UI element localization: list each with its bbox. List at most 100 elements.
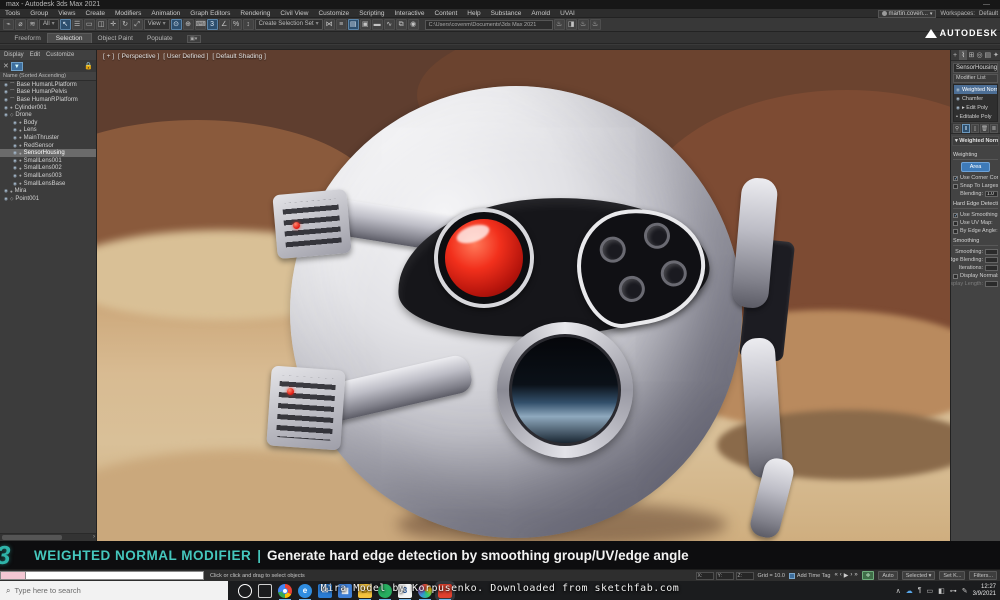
object-name-field[interactable]: SensorHousing <box>953 63 998 73</box>
explorer-item-drone[interactable]: ◉◇Drone <box>0 111 96 119</box>
select-and-link-icon[interactable]: ⌁ <box>3 19 14 30</box>
viewport-menu-shading[interactable]: [ Default Shading ] <box>212 53 265 60</box>
reference-coordinate-dropdown[interactable]: View▾ <box>144 19 170 30</box>
select-and-move-icon[interactable]: ✛ <box>108 19 119 30</box>
explorer-column-header[interactable]: Name (Sorted Ascending) <box>0 72 96 81</box>
explorer-item-base-humanlplatform[interactable]: ◉⌒Base HumanLPlatform <box>0 81 96 89</box>
ribbon-tab-freeform[interactable]: Freeform <box>6 34 48 43</box>
angle-snap-icon[interactable]: ∠ <box>219 19 230 30</box>
curve-editor-icon[interactable]: ∿ <box>384 19 395 30</box>
lock-icon[interactable]: 🔒 <box>84 62 93 70</box>
model-mira-drone[interactable] <box>97 50 950 541</box>
menu-interactive[interactable]: Interactive <box>389 10 429 17</box>
explorer-item-mira[interactable]: ◉●Mira <box>0 187 96 195</box>
visibility-eye-icon[interactable]: ◉ <box>13 127 17 133</box>
menu-customize[interactable]: Customize <box>313 10 354 17</box>
explorer-item-base-humanrplatform[interactable]: ◉⌒Base HumanRPlatform <box>0 96 96 104</box>
param-use-corner-convexity-checkbox[interactable]: ✓Use Corner Convexity <box>953 174 998 182</box>
modifier-eye-icon[interactable]: ◉ <box>956 105 960 111</box>
checkbox-icon[interactable] <box>953 229 958 234</box>
menu-animation[interactable]: Animation <box>146 10 185 17</box>
visibility-eye-icon[interactable]: ◉ <box>13 165 17 171</box>
material-editor-icon[interactable]: ◉ <box>408 19 419 30</box>
scroll-right-arrow[interactable]: › <box>93 534 95 540</box>
unlink-selection-icon[interactable]: ⌀ <box>15 19 26 30</box>
selection-filter-dropdown[interactable]: All▾ <box>39 19 59 30</box>
stack-weighted-norm[interactable]: ◉Weighted Norm <box>954 85 997 94</box>
coordinate-field-y[interactable]: Y: <box>716 572 734 580</box>
tab-create[interactable]: + <box>951 50 959 60</box>
speaker-icon[interactable]: ◧ <box>938 587 945 595</box>
spinner-value[interactable] <box>985 257 998 263</box>
set-key-button[interactable]: Set K... <box>939 571 965 580</box>
layer-explorer-icon[interactable]: ▣ <box>360 19 371 30</box>
select-and-manipulate-icon[interactable]: ⊕ <box>183 19 194 30</box>
render-production-icon[interactable]: ♨ <box>578 19 589 30</box>
menu-civil-view[interactable]: Civil View <box>275 10 313 17</box>
select-by-name-icon[interactable]: ☰ <box>72 19 83 30</box>
taskbar-clock[interactable]: 12:27 3/9/2021 <box>973 584 996 598</box>
visibility-eye-icon[interactable]: ◉ <box>13 158 17 164</box>
remove-modifier-icon[interactable]: 🗑 <box>980 124 989 133</box>
onedrive-icon[interactable]: ☁ <box>906 587 913 595</box>
param-use-smoothing-groups-checkbox[interactable]: ✓Use Smoothing Groups <box>953 211 998 219</box>
param-snap-to-largest-face-checkbox[interactable]: Snap To Largest Face <box>953 182 998 190</box>
show-end-result-icon[interactable]: ‖ <box>962 124 970 133</box>
play-icon[interactable]: ▶ <box>844 572 849 579</box>
explorer-item-sensorhousing[interactable]: ◉●SensorHousing <box>0 149 96 157</box>
tab-motion[interactable]: ◎ <box>976 50 984 60</box>
explorer-item-lens[interactable]: ◉●Lens <box>0 127 96 135</box>
workspace-selector[interactable]: Default <box>979 11 998 17</box>
select-object-icon[interactable]: ↖ <box>60 19 71 30</box>
visibility-eye-icon[interactable]: ◉ <box>4 97 8 103</box>
keyboard-override-icon[interactable]: ⌨ <box>195 19 206 30</box>
explorer-item-smalllens003[interactable]: ◉●SmallLens003 <box>0 172 96 180</box>
viewport-menu-pov[interactable]: [ Perspective ] <box>118 53 159 60</box>
rendered-frame-icon[interactable]: ◨ <box>566 19 577 30</box>
param-use-uv-map--checkbox[interactable]: Use UV Map: <box>953 219 998 227</box>
selection-set-dropdown[interactable]: Create Selection Set▾ <box>255 19 323 30</box>
visibility-eye-icon[interactable]: ◉ <box>4 112 8 118</box>
explorer-item-base-humanpelvis[interactable]: ◉⌒Base HumanPelvis <box>0 89 96 97</box>
visibility-eye-icon[interactable]: ◉ <box>4 105 8 111</box>
pen-icon[interactable]: ✎ <box>962 587 968 595</box>
go-to-start-icon[interactable]: « <box>834 572 837 579</box>
pin-stack-icon[interactable]: ⚲ <box>953 124 961 133</box>
filter-icon[interactable]: ▼ <box>11 62 23 71</box>
align-icon[interactable]: ≡ <box>336 19 347 30</box>
mirror-icon[interactable]: ⋈ <box>324 19 335 30</box>
stack--editable-poly[interactable]: • Editable Poly <box>954 112 997 121</box>
make-unique-icon[interactable]: ▯ <box>971 124 979 133</box>
visibility-eye-icon[interactable]: ◉ <box>13 120 17 126</box>
use-pivot-center-icon[interactable]: ⊙ <box>171 19 182 30</box>
maxscript-listener-input[interactable] <box>26 571 204 580</box>
modifier-list-dropdown[interactable]: Modifier List <box>953 74 998 83</box>
select-and-scale-icon[interactable]: ⤢ <box>132 19 143 30</box>
menu-views[interactable]: Views <box>53 10 80 17</box>
checkbox-icon[interactable]: ✓ <box>953 213 958 218</box>
visibility-eye-icon[interactable]: ◉ <box>13 181 17 187</box>
chrome-icon[interactable] <box>278 584 292 598</box>
explorer-hscrollbar[interactable]: › <box>0 533 96 541</box>
menu-modifiers[interactable]: Modifiers <box>110 10 146 17</box>
visibility-eye-icon[interactable]: ◉ <box>13 173 17 179</box>
task-view-icon[interactable] <box>258 584 272 598</box>
explorer-item-mainthruster[interactable]: ◉●MainThruster <box>0 134 96 142</box>
tab-modify[interactable]: ⌇ <box>959 50 967 60</box>
explorer-menu-customize[interactable]: Customize <box>46 52 74 58</box>
configure-sets-icon[interactable]: ≣ <box>990 124 998 133</box>
chevron-up-icon[interactable]: ∧ <box>896 587 901 595</box>
previous-frame-icon[interactable]: ‹ <box>840 572 842 579</box>
spinner-snap-icon[interactable]: ↕ <box>243 19 254 30</box>
rollout-header-weighted-normals[interactable]: ▾ Weighted Normals <box>952 136 999 146</box>
tab-utilities[interactable]: ✦ <box>992 50 1000 60</box>
scene-explorer-toggle-icon[interactable]: ▤ <box>348 19 359 30</box>
key-filters-button[interactable]: Filters... <box>969 571 997 580</box>
stack-chamfer[interactable]: ◉Chamfer <box>954 94 997 103</box>
visibility-eye-icon[interactable]: ◉ <box>13 135 17 141</box>
explorer-item-point001[interactable]: ◉◇Point001 <box>0 195 96 203</box>
minimize-button[interactable]: — <box>983 0 990 9</box>
explorer-item-smalllens002[interactable]: ◉●SmallLens002 <box>0 165 96 173</box>
tab-display[interactable]: ▤ <box>984 50 992 60</box>
taskbar-search-input[interactable]: ⌕ Type here to search <box>0 581 228 600</box>
